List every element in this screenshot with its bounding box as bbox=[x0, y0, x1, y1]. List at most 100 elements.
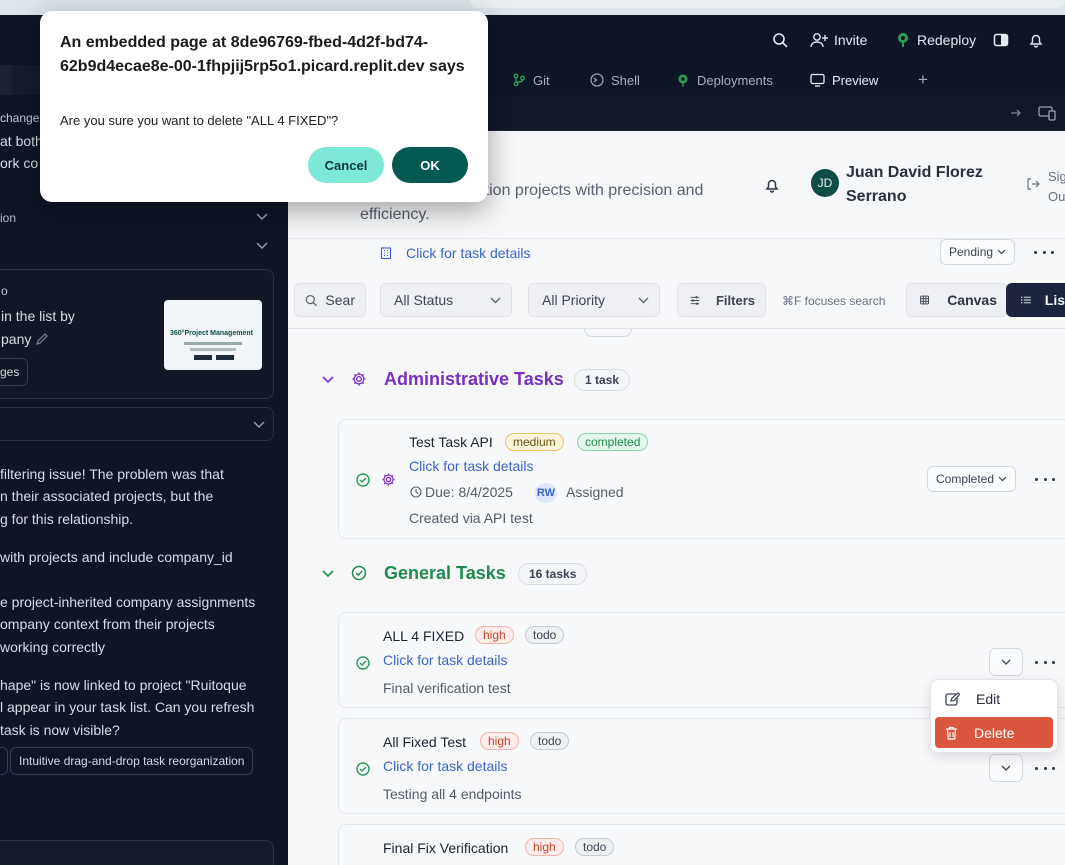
assignee-avatar: RW bbox=[535, 483, 557, 503]
menu-item-label: Delete bbox=[974, 724, 1015, 741]
more-actions-button[interactable] bbox=[1035, 761, 1055, 775]
chat-message-line: with projects and include company_id bbox=[0, 549, 233, 565]
ok-button[interactable]: OK bbox=[392, 147, 468, 183]
list-view-button[interactable]: Lis bbox=[1006, 283, 1065, 317]
priority-filter-select[interactable]: All Priority bbox=[528, 283, 660, 317]
priority-badge: medium bbox=[505, 433, 564, 451]
chevron-down-icon bbox=[638, 297, 649, 303]
status-badge: completed bbox=[577, 433, 649, 451]
status-select[interactable] bbox=[989, 648, 1023, 676]
avatar[interactable]: JD bbox=[811, 169, 839, 197]
sign-out-label[interactable]: Sig Ou bbox=[1048, 167, 1065, 207]
task-title: All Fixed Test bbox=[383, 734, 466, 750]
new-tab-button[interactable]: + bbox=[918, 69, 928, 91]
check-circle-icon[interactable] bbox=[356, 762, 370, 776]
search-input[interactable]: Sear bbox=[294, 283, 366, 317]
group-title: Administrative Tasks bbox=[384, 369, 564, 389]
chat-message-line: n their associated projects, but the bbox=[0, 488, 214, 504]
menu-item-delete[interactable]: Delete bbox=[935, 717, 1053, 748]
address-pill bbox=[470, 0, 1065, 8]
task-description: Testing all 4 endpoints bbox=[383, 786, 522, 802]
task-details-link[interactable]: Click for task details bbox=[409, 458, 533, 474]
redeploy-button[interactable]: Redeploy bbox=[895, 28, 976, 52]
user-name-line: Juan David Florez bbox=[846, 164, 983, 181]
search-button[interactable] bbox=[772, 28, 788, 52]
priority-badge: high bbox=[475, 626, 514, 644]
chat-message-line: e project-inherited company assignments bbox=[0, 594, 256, 610]
panels-icon bbox=[993, 33, 1009, 47]
suggestion-chip[interactable]: Intuitive drag-and-drop task reorganizat… bbox=[10, 747, 254, 775]
task-card[interactable]: Test Task API medium completed Click for… bbox=[338, 419, 1065, 539]
preview-thumbnail[interactable]: 360°Project Management bbox=[164, 300, 262, 370]
tab-preview[interactable]: Preview bbox=[810, 69, 878, 91]
task-card[interactable]: Final Fix Verification high todo bbox=[338, 824, 1065, 865]
chat-line: ork co bbox=[0, 155, 39, 171]
chat-message-line: g for this relationship. bbox=[0, 511, 134, 527]
status-filter-select[interactable]: All Status bbox=[380, 283, 512, 317]
check-circle-icon[interactable] bbox=[356, 656, 370, 670]
assigned-label: Assigned bbox=[566, 484, 624, 500]
status-select[interactable]: Completed bbox=[927, 466, 1017, 492]
more-actions-button[interactable] bbox=[1035, 655, 1055, 669]
section-header: ion bbox=[0, 211, 17, 225]
thumbnail-button bbox=[194, 355, 212, 360]
tab-shell[interactable]: Shell bbox=[590, 69, 640, 91]
tab-deployments[interactable]: Deployments bbox=[676, 69, 773, 91]
suggestion-chip[interactable] bbox=[0, 747, 8, 775]
task-details-link[interactable]: Click for task details bbox=[406, 245, 530, 261]
building-icon bbox=[380, 247, 392, 259]
invite-button[interactable]: Invite bbox=[810, 28, 867, 52]
canvas-view-button[interactable]: Canvas bbox=[906, 283, 1008, 317]
chat-message-line: ompany context from their projects bbox=[0, 616, 215, 632]
chat-message-line: filtering issue! The problem was that bbox=[0, 466, 224, 482]
chevron-down-icon[interactable] bbox=[256, 242, 268, 250]
gear-icon bbox=[352, 372, 366, 386]
group-title: General Tasks bbox=[384, 563, 506, 583]
status-badge: todo bbox=[525, 626, 565, 644]
cancel-button[interactable]: Cancel bbox=[308, 147, 384, 183]
active-tab-edge bbox=[0, 65, 12, 95]
task-details-link[interactable]: Click for task details bbox=[383, 758, 507, 774]
chevron-down-icon[interactable] bbox=[256, 213, 268, 221]
tab-preview-label: Preview bbox=[832, 72, 879, 88]
chevron-down-icon[interactable] bbox=[322, 570, 334, 578]
check-circle-icon[interactable] bbox=[356, 473, 370, 487]
collapsed-section[interactable] bbox=[0, 407, 274, 441]
chat-message-line: l appear in your task list. Can you refr… bbox=[0, 699, 255, 715]
menu-item-label: Edit bbox=[976, 691, 1001, 707]
arrow-right-icon[interactable] bbox=[1010, 107, 1022, 119]
notifications-button[interactable] bbox=[1028, 28, 1044, 52]
redeploy-label: Redeploy bbox=[917, 32, 977, 48]
changes-chip[interactable]: ges bbox=[0, 358, 29, 386]
thumbnail-line bbox=[184, 342, 242, 345]
task-title: Final Fix Verification bbox=[383, 840, 509, 856]
chevron-down-icon bbox=[490, 297, 501, 303]
filter-bar: Sear All Status All Priority Filters ⌘F … bbox=[288, 271, 1065, 329]
sign-out-icon[interactable] bbox=[1026, 177, 1040, 191]
sliders-icon bbox=[690, 295, 700, 305]
chat-message-line: working correctly bbox=[0, 639, 106, 655]
devices-icon[interactable] bbox=[1038, 105, 1056, 121]
task-details-link[interactable]: Click for task details bbox=[383, 652, 507, 668]
more-actions-button[interactable] bbox=[1035, 472, 1055, 486]
search-icon bbox=[773, 33, 788, 48]
status-select[interactable] bbox=[989, 754, 1023, 782]
filters-button[interactable]: Filters bbox=[677, 283, 766, 317]
edit-icon bbox=[945, 691, 960, 706]
thumbnail-button bbox=[216, 355, 234, 360]
more-actions-button[interactable] bbox=[1034, 245, 1054, 259]
tab-git-label: Git bbox=[533, 72, 550, 88]
chevron-down-icon[interactable] bbox=[322, 376, 334, 384]
status-select[interactable]: Pending bbox=[940, 239, 1016, 265]
check-circle-icon bbox=[351, 565, 367, 581]
task-title: ALL 4 FIXED bbox=[383, 628, 465, 644]
menu-item-edit[interactable]: Edit bbox=[935, 684, 1053, 714]
chat-message-line: hape" is now linked to project "Ruitoque bbox=[0, 677, 247, 693]
bell-icon[interactable] bbox=[764, 177, 780, 193]
chat-input[interactable] bbox=[0, 840, 274, 865]
edit-pencil-icon[interactable] bbox=[35, 332, 49, 346]
subtitle-line: efficiency. bbox=[360, 206, 430, 223]
tab-git[interactable]: Git bbox=[512, 69, 550, 91]
sign-out-line: Ou bbox=[1048, 189, 1065, 204]
panels-button[interactable] bbox=[993, 28, 1009, 52]
